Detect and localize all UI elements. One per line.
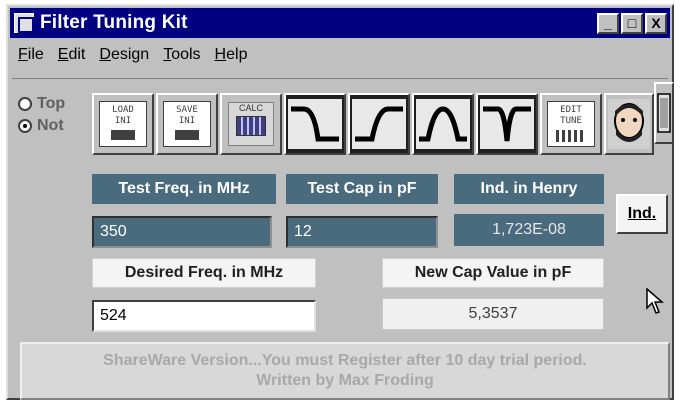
- ind-henry-label: Ind. in Henry: [454, 174, 604, 204]
- window-position-radio-group: Top Not: [18, 93, 65, 137]
- desired-freq-input[interactable]: 524: [92, 300, 316, 332]
- maximize-button[interactable]: □: [621, 12, 643, 34]
- menu-edit[interactable]: Edit: [58, 46, 86, 64]
- test-cap-label: Test Cap in pF: [286, 174, 438, 204]
- radio-top-circle[interactable]: [18, 97, 32, 111]
- test-freq-input[interactable]: 350: [92, 216, 272, 248]
- mouse-cursor-icon: [646, 288, 664, 314]
- calc-text: CALC: [238, 103, 263, 113]
- low-pass-curve-icon: [352, 99, 406, 149]
- ind-henry-value: 1,723E-08: [454, 214, 604, 246]
- edit-tune-text: EDIT TUNE: [560, 105, 582, 126]
- load-ini-text: LOAD INI: [112, 105, 134, 126]
- desired-freq-label: Desired Freq. in MHz: [92, 258, 316, 288]
- exit-button[interactable]: [654, 82, 674, 144]
- minimize-button[interactable]: _: [597, 12, 619, 34]
- app-window: Filter Tuning Kit _ □ X File Edit Design…: [6, 4, 674, 400]
- band-pass-button[interactable]: [412, 93, 474, 155]
- load-ini-button[interactable]: LOAD INI: [92, 93, 154, 155]
- band-stop-button[interactable]: [476, 93, 538, 155]
- high-pass-curve-icon: [288, 99, 342, 149]
- menu-design[interactable]: Design: [99, 46, 149, 64]
- window-title: Filter Tuning Kit: [40, 12, 188, 33]
- app-icon[interactable]: [14, 13, 34, 33]
- ind-button[interactable]: Ind.: [616, 194, 668, 234]
- calculator-keys: [236, 116, 266, 136]
- high-pass-button[interactable]: [284, 93, 346, 155]
- toolbar: Top Not LOAD INI SAVE INI CALC EDIT TUNE: [12, 78, 668, 164]
- menu-bar: File Edit Design Tools Help: [10, 40, 670, 70]
- radio-not-circle[interactable]: [18, 119, 32, 133]
- save-ini-button[interactable]: SAVE INI: [156, 93, 218, 155]
- exit-door-icon: [657, 93, 671, 133]
- radio-not-label: Not: [37, 117, 64, 134]
- test-cap-input[interactable]: 12: [286, 216, 438, 248]
- tuning-scale: [556, 130, 586, 142]
- edit-tune-button[interactable]: EDIT TUNE: [540, 93, 602, 155]
- calc-button[interactable]: CALC: [220, 93, 282, 155]
- disk-label: [175, 130, 199, 140]
- band-pass-curve-icon: [416, 99, 470, 149]
- radio-top[interactable]: Top: [18, 93, 65, 115]
- author-portrait-icon: [608, 99, 650, 149]
- menu-file[interactable]: File: [18, 46, 44, 64]
- low-pass-button[interactable]: [348, 93, 410, 155]
- radio-not[interactable]: Not: [18, 115, 65, 137]
- menu-tools[interactable]: Tools: [163, 46, 200, 64]
- calculator-icon: CALC: [228, 102, 274, 146]
- shareware-notice: ShareWare Version...You must Register af…: [103, 352, 587, 369]
- author-credit: Written by Max Froding: [256, 372, 434, 389]
- radio-top-label: Top: [37, 95, 66, 112]
- about-button[interactable]: [604, 93, 654, 155]
- new-cap-value: 5,3537: [382, 298, 604, 330]
- save-ini-text: SAVE INI: [176, 105, 198, 126]
- close-button[interactable]: X: [645, 12, 667, 34]
- floppy-disk-icon: LOAD INI: [99, 101, 147, 147]
- test-freq-label: Test Freq. in MHz: [92, 174, 276, 204]
- menu-help[interactable]: Help: [215, 46, 248, 64]
- new-cap-label: New Cap Value in pF: [382, 258, 604, 288]
- notch-curve-icon: [480, 99, 534, 149]
- title-bar[interactable]: Filter Tuning Kit _ □ X: [10, 8, 670, 38]
- edit-tune-icon: EDIT TUNE: [547, 101, 595, 147]
- disk-label: [111, 130, 135, 140]
- floppy-disk-icon: SAVE INI: [163, 101, 211, 147]
- shareware-status-panel: ShareWare Version...You must Register af…: [20, 342, 670, 400]
